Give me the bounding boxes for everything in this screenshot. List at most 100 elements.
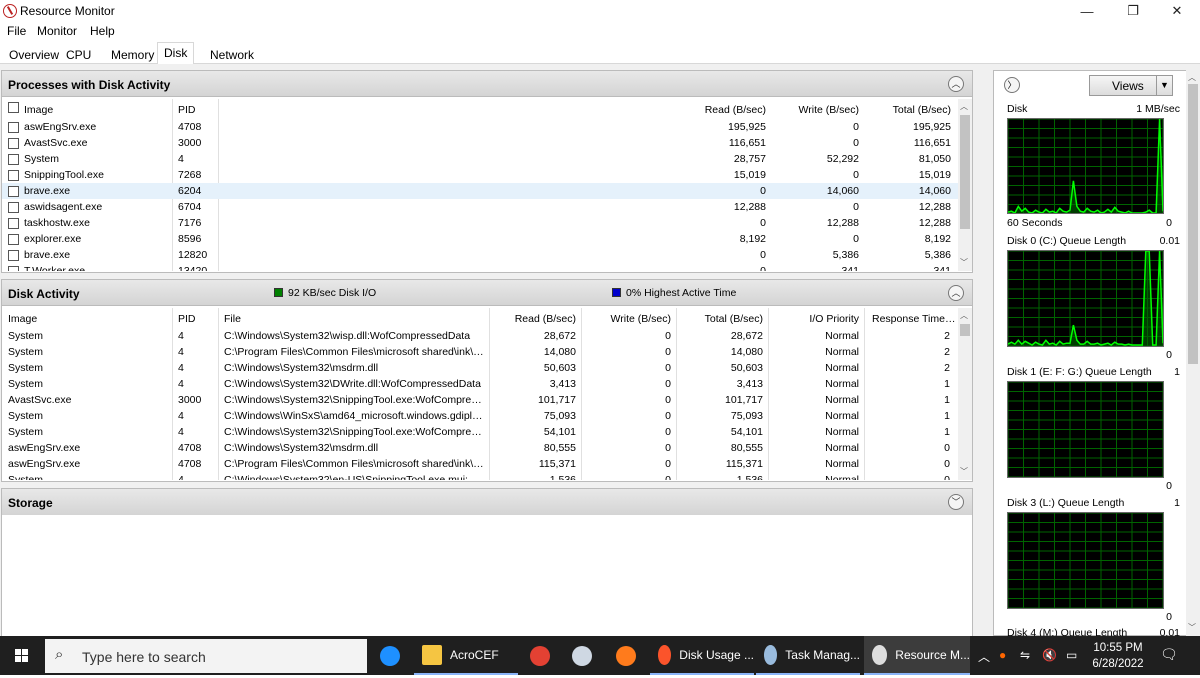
table-row[interactable]: T.Worker.exe 13420 0 341 341 (2, 263, 958, 271)
table-row[interactable]: System 4 C:\Windows\WinSxS\amd64_microsoft… (2, 408, 958, 424)
taskbar-app-snipping-tool[interactable] (564, 636, 604, 675)
table-row[interactable]: SnippingTool.exe 7268 15,019 0 15,019 (2, 167, 958, 183)
storage-panel: Storage ﹀ (1, 488, 973, 515)
table-row[interactable]: System 4 C:\Windows\System32\wisp.dll:WofC… (2, 328, 958, 344)
col-pid[interactable]: PID (178, 313, 218, 325)
graph-canvas (1007, 381, 1164, 478)
taskbar-search[interactable]: ⌕ Type here to search (45, 639, 367, 673)
minimize-button[interactable]: — (1064, 0, 1110, 22)
network-icon[interactable]: ▭ (1066, 648, 1077, 662)
cell-io-priority: Normal (825, 410, 859, 422)
row-checkbox[interactable] (8, 218, 19, 229)
taskbar-app-task-manager[interactable]: Task Manag... (756, 636, 860, 675)
row-checkbox[interactable] (8, 138, 19, 149)
chevron-down-icon[interactable]: ▼ (1156, 76, 1172, 95)
select-all-checkbox[interactable] (8, 102, 19, 113)
col-write[interactable]: Write (B/sec) (772, 104, 859, 116)
cell-file: C:\Program Files\Common Files\microsoft … (224, 346, 484, 358)
processes-scrollbar[interactable]: ︿ ﹀ (958, 99, 972, 271)
cell-io-priority: Normal (825, 362, 859, 374)
taskbar-app-resource-monitor[interactable]: Resource M... (864, 636, 970, 675)
table-row[interactable]: System 4 28,757 52,292 81,050 (2, 151, 958, 167)
row-checkbox[interactable] (8, 170, 19, 181)
cell-image: brave.exe (24, 249, 71, 261)
menu-file[interactable]: File (7, 24, 26, 38)
col-image[interactable]: Image (24, 104, 164, 116)
chevron-up-icon[interactable]: ︿ (978, 648, 990, 665)
cell-image: System (8, 474, 44, 480)
col-io-priority[interactable]: I/O Priority (771, 313, 859, 325)
tab-network[interactable]: Network (203, 44, 261, 64)
table-row[interactable]: aswidsagent.exe 6704 12,288 0 12,288 (2, 199, 958, 215)
taskbar-app-firefox[interactable] (608, 636, 648, 675)
table-row[interactable]: brave.exe 6204 0 14,060 14,060 (2, 183, 958, 199)
col-pid[interactable]: PID (178, 104, 218, 116)
table-row[interactable]: brave.exe 12820 0 5,386 5,386 (2, 247, 958, 263)
table-row[interactable]: System 4 C:\Windows\System32\en-US\Snippin… (2, 472, 958, 480)
row-checkbox[interactable] (8, 186, 19, 197)
processes-panel-header[interactable]: Processes with Disk Activity ︿ (2, 71, 972, 97)
close-button[interactable]: ✕ (1154, 0, 1200, 22)
maximize-button[interactable]: ❐ (1110, 0, 1156, 22)
taskbar-app-folder[interactable]: AcroCEF (414, 636, 518, 675)
col-total[interactable]: Total (B/sec) (679, 313, 763, 325)
start-button[interactable] (0, 636, 44, 675)
row-checkbox[interactable] (8, 250, 19, 261)
table-row[interactable]: System 4 C:\Windows\System32\msdrm.dll 50,6… (2, 360, 958, 376)
disk-activity-scroll-thumb[interactable] (960, 324, 970, 336)
expand-icon[interactable]: ﹀ (948, 494, 964, 510)
menu-monitor[interactable]: Monitor (37, 24, 77, 38)
col-image[interactable]: Image (8, 313, 158, 325)
row-checkbox[interactable] (8, 202, 19, 213)
graph-pane-scroll-thumb[interactable] (1188, 84, 1198, 364)
usb-icon[interactable]: ⇋ (1020, 648, 1030, 662)
cell-read: 50,603 (543, 362, 576, 374)
tab-overview[interactable]: Overview (2, 44, 66, 64)
table-row[interactable]: AvastSvc.exe 3000 C:\Windows\System32\Snip… (2, 392, 958, 408)
views-dropdown[interactable]: Views ▼ (1089, 75, 1173, 96)
taskbar-app-chrome[interactable] (522, 636, 562, 675)
collapse-icon[interactable]: ︿ (948, 76, 964, 92)
col-read[interactable]: Read (B/sec) (662, 104, 766, 116)
row-checkbox[interactable] (8, 154, 19, 165)
clock[interactable]: 10:55 PM 6/28/2022 (1082, 640, 1154, 672)
notification-icon[interactable]: 🗨 (1160, 646, 1178, 663)
collapse-icon[interactable]: ︿ (948, 285, 964, 301)
disk-activity-panel-header[interactable]: Disk Activity 92 KB/sec Disk I/O 0% High… (2, 280, 972, 306)
row-checkbox[interactable] (8, 266, 19, 271)
taskbar-app-brave[interactable]: Disk Usage ... (650, 636, 754, 675)
cell-image: taskhostw.exe (24, 217, 90, 229)
volume-muted-icon[interactable]: 🔇 (1042, 648, 1057, 662)
graph-scale: 1 (1174, 366, 1180, 378)
expand-pane-icon[interactable]: 〉 (1004, 77, 1020, 93)
table-row[interactable]: aswEngSrv.exe 4708 195,925 0 195,925 (2, 119, 958, 135)
table-row[interactable]: AvastSvc.exe 3000 116,651 0 116,651 (2, 135, 958, 151)
disk-activity-scrollbar[interactable]: ︿ ﹀ (958, 308, 972, 480)
avast-tray-icon[interactable]: ● (999, 648, 1006, 662)
col-total[interactable]: Total (B/sec) (864, 104, 951, 116)
menu-help[interactable]: Help (90, 24, 115, 38)
cell-read: 54,101 (543, 426, 576, 438)
cell-io-priority: Normal (825, 346, 859, 358)
table-row[interactable]: System 4 C:\Program Files\Common Files\mic… (2, 344, 958, 360)
table-row[interactable]: taskhostw.exe 7176 0 12,288 12,288 (2, 215, 958, 231)
col-write[interactable]: Write (B/sec) (584, 313, 671, 325)
table-row[interactable]: System 4 C:\Windows\System32\DWrite.dll:Wo… (2, 376, 958, 392)
table-row[interactable]: System 4 C:\Windows\System32\SnippingTool.… (2, 424, 958, 440)
table-row[interactable]: aswEngSrv.exe 4708 C:\Windows\System32\msd… (2, 440, 958, 456)
tab-memory[interactable]: Memory (104, 44, 161, 64)
storage-panel-header[interactable]: Storage ﹀ (2, 489, 972, 515)
col-file[interactable]: File (224, 313, 484, 325)
taskbar-app-edge[interactable] (372, 636, 412, 675)
row-checkbox[interactable] (8, 234, 19, 245)
row-checkbox[interactable] (8, 122, 19, 133)
col-read[interactable]: Read (B/sec) (492, 313, 576, 325)
tab-disk[interactable]: Disk (157, 42, 195, 65)
processes-scroll-thumb[interactable] (960, 115, 970, 229)
table-row[interactable]: aswEngSrv.exe 4708 C:\Program Files\Common… (2, 456, 958, 472)
graph-pane-scrollbar[interactable]: ︿ ﹀ (1186, 70, 1200, 636)
tab-cpu[interactable]: CPU (59, 44, 98, 64)
col-response-time[interactable]: Response Time (... (872, 313, 956, 325)
table-row[interactable]: explorer.exe 8596 8,192 0 8,192 (2, 231, 958, 247)
cell-write: 0 (665, 362, 671, 374)
